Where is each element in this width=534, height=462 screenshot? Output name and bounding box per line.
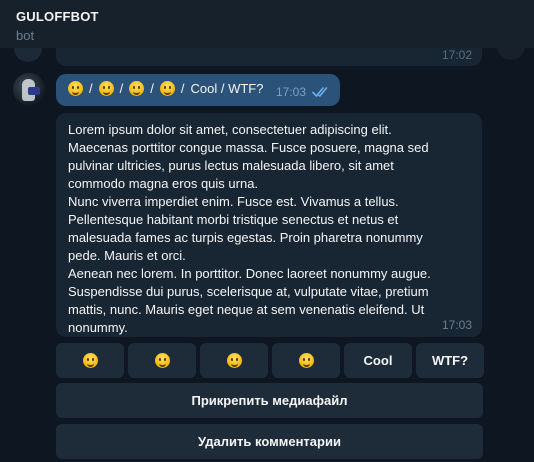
message-line: nonummy. (68, 320, 128, 335)
grinning-face-with-sweat-icon (298, 353, 314, 368)
attach-media-button[interactable]: Прикрепить медиафайл (56, 383, 483, 418)
grinning-squinting-face-icon (129, 81, 145, 96)
delete-comments-button[interactable]: Удалить комментарии (56, 424, 483, 459)
message-line: Suspendisse dui purus, scelerisque at, v… (68, 284, 429, 299)
separator: / (89, 81, 93, 96)
grinning-face-with-sweat-icon (159, 81, 175, 96)
grinning-squinting-face-icon (226, 353, 242, 368)
message-line: pede. Mauris et orci. (68, 248, 186, 263)
message-line: Lorem ipsum dolor sit amet, consectetuer… (68, 122, 392, 137)
grinning-face-icon (154, 353, 170, 368)
inline-keyboard-row-2: Прикрепить медиафайл (56, 383, 483, 418)
wtf-button[interactable]: WTF? (416, 343, 484, 378)
message-line: pulvinar ultricies, purus lectus malesua… (68, 158, 394, 173)
grinning-face-with-sweat-button[interactable] (272, 343, 340, 378)
separator: / (150, 81, 154, 96)
message-line: Nunc viverra imperdiet enim. Fusce est. … (68, 194, 399, 209)
chat-title[interactable]: GULOFFBOT (16, 9, 99, 24)
avatar-detail (28, 87, 40, 95)
message-text-tail: Cool / WTF? (190, 81, 264, 96)
message-line: malesuada fames ac turpis egestas. Proin… (68, 230, 423, 245)
chat-subtitle: bot (16, 28, 35, 43)
message-line: mattis, nunc. Mauris eget neque at sem v… (68, 302, 425, 317)
previous-message-time: 17:02 (441, 48, 472, 62)
message-time: 17:03 (441, 318, 472, 332)
message-line: Pellentesque habitant morbi tristique se… (68, 212, 399, 227)
message-line: Aenean nec lorem. In porttitor. Donec la… (68, 266, 431, 281)
message-body: Lorem ipsum dolor sit amet, consectetuer… (68, 121, 473, 337)
separator: / (119, 81, 124, 96)
message-meta: 17:03 (276, 85, 330, 99)
double-check-icon (312, 87, 328, 97)
grinning-face-icon (68, 81, 83, 96)
chat-header[interactable]: GULOFFBOT bot (0, 0, 534, 48)
cool-button[interactable]: Cool (344, 343, 412, 378)
message-line: Maecenas porttitor congue massa. Fusce p… (68, 140, 429, 155)
avatar[interactable] (13, 73, 45, 105)
grinning-squinting-face-button[interactable] (200, 343, 268, 378)
message-bubble-outgoing[interactable]: / / / / Cool / WTF? 17:03 (56, 74, 340, 106)
message-bubble-incoming[interactable]: Lorem ipsum dolor sit amet, consectetuer… (56, 113, 482, 337)
grinning-face-button[interactable] (56, 343, 124, 378)
inline-keyboard-row-3: Удалить комментарии (56, 424, 483, 459)
separator: / (180, 81, 185, 96)
message-time: 17:03 (275, 85, 306, 99)
message-line: commodo magna eros quis urna. (68, 176, 259, 191)
inline-keyboard-row-1: Cool WTF? (56, 343, 484, 378)
grinning-face-icon (98, 81, 114, 96)
grinning-face-icon (82, 353, 98, 368)
grinning-face-button[interactable] (128, 343, 196, 378)
message-text: / / / / Cool / WTF? (68, 81, 263, 96)
